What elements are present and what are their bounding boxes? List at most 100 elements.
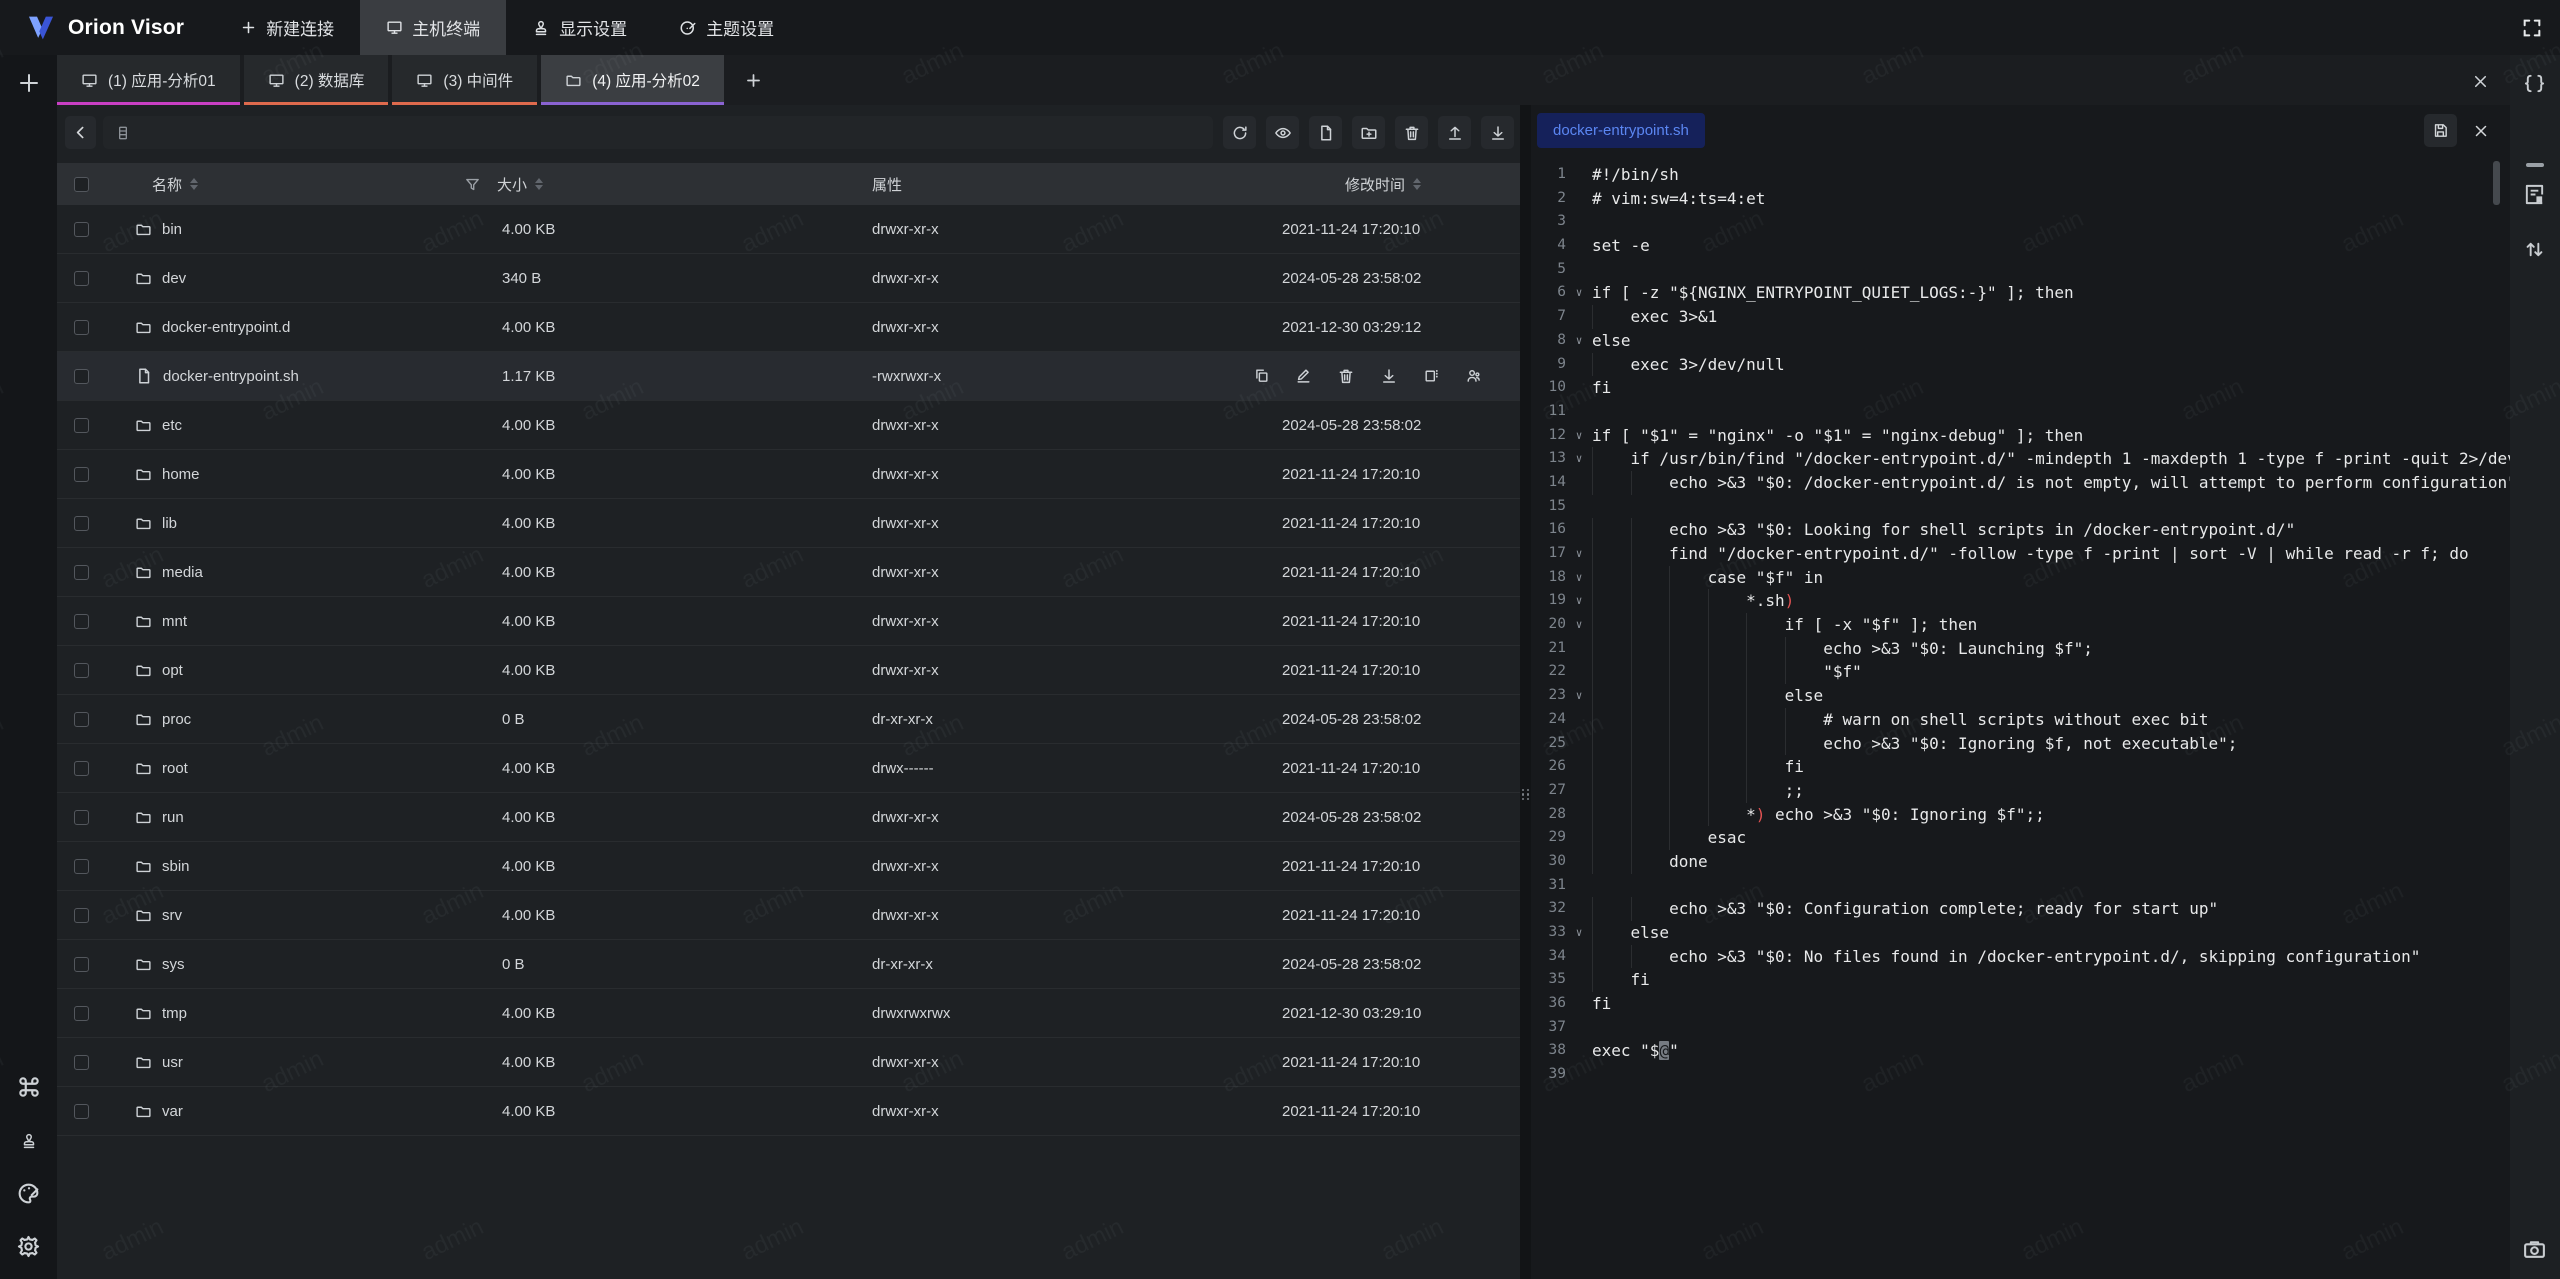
fullscreen-icon[interactable]	[2518, 14, 2546, 42]
row-delete-icon[interactable]	[1337, 367, 1355, 385]
file-name[interactable]: srv	[162, 907, 182, 924]
column-header-time[interactable]: 修改时间	[1230, 174, 1520, 195]
code-content[interactable]: 1#!/bin/sh2# vim:sw=4:ts=4:et34set -e56∨…	[1531, 163, 2510, 1087]
file-row[interactable]: dev340 Bdrwxr-xr-x2024-05-28 23:58:02	[57, 254, 1520, 303]
file-name[interactable]: sbin	[162, 858, 190, 875]
row-checkbox[interactable]	[74, 320, 89, 335]
panel-splitter[interactable]	[1520, 105, 1531, 1279]
file-name[interactable]: etc	[162, 417, 182, 434]
file-name[interactable]: sys	[162, 956, 185, 973]
file-row[interactable]: home4.00 KBdrwxr-xr-x2021-11-24 17:20:10	[57, 450, 1520, 499]
file-row[interactable]: opt4.00 KBdrwxr-xr-x2021-11-24 17:20:10	[57, 646, 1520, 695]
row-checkbox[interactable]	[74, 516, 89, 531]
sort-carets[interactable]	[1413, 178, 1421, 190]
file-row[interactable]: mnt4.00 KBdrwxr-xr-x2021-11-24 17:20:10	[57, 597, 1520, 646]
row-edit-icon[interactable]	[1295, 367, 1312, 385]
fold-chevron-icon[interactable]: ∨	[1566, 281, 1592, 305]
editor-scrollbar[interactable]	[2493, 161, 2500, 205]
row-checkbox[interactable]	[74, 418, 89, 433]
new-connection-plus-icon[interactable]	[12, 66, 45, 99]
file-name[interactable]: docker-entrypoint.sh	[163, 368, 299, 385]
file-row[interactable]: lib4.00 KBdrwxr-xr-x2021-11-24 17:20:10	[57, 499, 1520, 548]
column-header-size[interactable]: 大小	[460, 174, 830, 195]
command-icon[interactable]	[15, 1073, 42, 1100]
row-checkbox[interactable]	[74, 1104, 89, 1119]
editor-file-tab[interactable]: docker-entrypoint.sh	[1537, 113, 1705, 148]
file-name[interactable]: docker-entrypoint.d	[162, 319, 290, 336]
file-row[interactable]: sys0 Bdr-xr-xr-x2024-05-28 23:58:02	[57, 940, 1520, 989]
swap-vertical-icon[interactable]	[2521, 236, 2548, 263]
fold-chevron-icon[interactable]: ∨	[1566, 566, 1592, 590]
row-permission-icon[interactable]	[1465, 367, 1482, 385]
file-row[interactable]: proc0 Bdr-xr-xr-x2024-05-28 23:58:02	[57, 695, 1520, 744]
row-checkbox[interactable]	[74, 467, 89, 482]
file-name[interactable]: opt	[162, 662, 183, 679]
add-tab-button[interactable]	[728, 55, 779, 105]
path-root-icon[interactable]	[115, 125, 131, 141]
file-name[interactable]: tmp	[162, 1005, 187, 1022]
file-row[interactable]: var4.00 KBdrwxr-xr-x2021-11-24 17:20:10	[57, 1087, 1520, 1136]
file-row[interactable]: root4.00 KBdrwx------2021-11-24 17:20:10	[57, 744, 1520, 793]
palette-icon[interactable]	[15, 1180, 42, 1207]
row-checkbox[interactable]	[74, 810, 89, 825]
download-button[interactable]	[1481, 116, 1514, 149]
fold-chevron-icon[interactable]: ∨	[1566, 684, 1592, 708]
sort-carets[interactable]	[535, 178, 543, 190]
fold-chevron-icon[interactable]: ∨	[1566, 613, 1592, 637]
back-button[interactable]	[65, 116, 96, 149]
row-download-icon[interactable]	[1380, 367, 1398, 385]
select-all-checkbox[interactable]	[74, 177, 89, 192]
new-folder-button[interactable]	[1352, 116, 1385, 149]
terminal-tab[interactable]: (3) 中间件	[392, 55, 537, 105]
row-checkbox[interactable]	[74, 222, 89, 237]
file-name[interactable]: mnt	[162, 613, 187, 630]
file-name[interactable]: var	[162, 1103, 183, 1120]
row-checkbox[interactable]	[74, 565, 89, 580]
upload-button[interactable]	[1438, 116, 1471, 149]
file-name[interactable]: root	[162, 760, 188, 777]
row-checkbox[interactable]	[74, 663, 89, 678]
fold-chevron-icon[interactable]: ∨	[1566, 424, 1592, 448]
gear-icon[interactable]	[15, 1233, 42, 1260]
fold-chevron-icon[interactable]: ∨	[1566, 921, 1592, 945]
terminal-tab[interactable]: (4) 应用-分析02	[541, 55, 724, 105]
file-name[interactable]: run	[162, 809, 184, 826]
nav-item[interactable]: 主题设置	[653, 0, 800, 55]
fold-chevron-icon[interactable]: ∨	[1566, 329, 1592, 353]
panel-collapse-handle[interactable]	[2526, 163, 2544, 167]
file-row[interactable]: etc4.00 KBdrwxr-xr-x2024-05-28 23:58:02	[57, 401, 1520, 450]
terminal-tab[interactable]: (1) 应用-分析01	[57, 55, 240, 105]
filter-icon[interactable]	[464, 176, 481, 193]
row-checkbox[interactable]	[74, 761, 89, 776]
nav-item[interactable]: 主机终端	[360, 0, 506, 55]
file-row[interactable]: docker-entrypoint.sh1.17 KB-rwxrwxr-x	[57, 352, 1520, 401]
editor-close-icon[interactable]	[2464, 114, 2497, 147]
save-button[interactable]	[2424, 114, 2457, 147]
fold-chevron-icon[interactable]: ∨	[1566, 542, 1592, 566]
row-checkbox[interactable]	[74, 1055, 89, 1070]
file-name[interactable]: proc	[162, 711, 191, 728]
file-name[interactable]: lib	[162, 515, 177, 532]
nav-item[interactable]: 显示设置	[506, 0, 653, 55]
file-row[interactable]: docker-entrypoint.d4.00 KBdrwxr-xr-x2021…	[57, 303, 1520, 352]
file-row[interactable]: srv4.00 KBdrwxr-xr-x2021-11-24 17:20:10	[57, 891, 1520, 940]
file-row[interactable]: tmp4.00 KBdrwxrwxrwx2021-12-30 03:29:10	[57, 989, 1520, 1038]
row-checkbox[interactable]	[74, 614, 89, 629]
file-row[interactable]: run4.00 KBdrwxr-xr-x2024-05-28 23:58:02	[57, 793, 1520, 842]
row-checkbox[interactable]	[74, 1006, 89, 1021]
row-checkbox[interactable]	[74, 859, 89, 874]
column-header-name[interactable]: 名称	[105, 174, 460, 195]
nav-item[interactable]: 新建连接	[214, 0, 360, 55]
row-copy-icon[interactable]	[1253, 367, 1270, 385]
row-checkbox[interactable]	[74, 957, 89, 972]
new-file-button[interactable]	[1309, 116, 1342, 149]
screenshot-camera-icon[interactable]	[2521, 1235, 2548, 1262]
row-checkbox[interactable]	[74, 271, 89, 286]
terminal-tab[interactable]: (2) 数据库	[244, 55, 389, 105]
file-row[interactable]: media4.00 KBdrwxr-xr-x2021-11-24 17:20:1…	[57, 548, 1520, 597]
sort-carets[interactable]	[190, 178, 198, 190]
path-input[interactable]	[103, 116, 1213, 149]
eye-button[interactable]	[1266, 116, 1299, 149]
stamp-icon[interactable]	[15, 1127, 42, 1154]
fold-chevron-icon[interactable]: ∨	[1566, 589, 1592, 613]
